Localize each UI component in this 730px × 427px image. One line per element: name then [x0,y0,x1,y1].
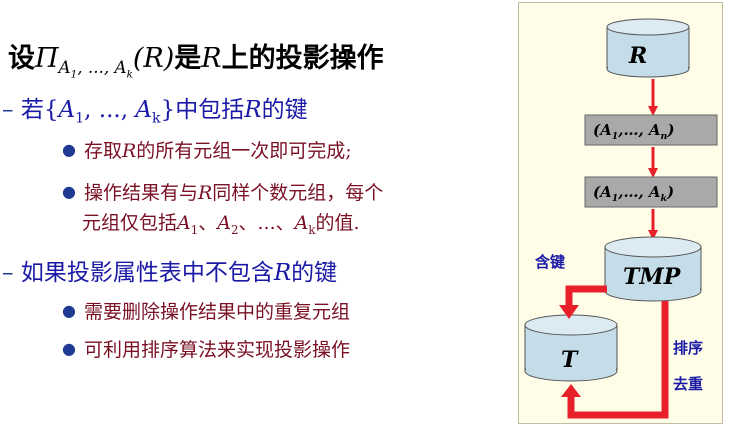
point-text: 如果投影属性表中不包含R的键 [20,260,338,286]
subpoint-dedup: ● 需要删除操作结果中的重复元组 [62,297,350,324]
sort-dedup-arrowhead [561,384,581,397]
contains-key-label: 含键 [535,253,566,271]
slide-title: 设ΠA1, ..., Ak(R)是R上的投影操作 [8,36,384,81]
dedup-label: 去重 [673,375,704,393]
relation-arg: (R) [132,43,175,74]
title-prefix: 设 [8,43,35,74]
bullet-icon: ● [62,339,76,358]
box-projected-attrs-label: (A1,…, Ak) [593,183,675,204]
subpoint-text: 存取R的所有元组一次即可完成; [83,140,352,162]
subpoint-scan-once: ● 存取R的所有元组一次即可完成; [62,136,352,163]
subpoint-same-count: ● 操作结果有与R同样个数元组，每个 [62,178,383,205]
dash-marker: – [2,260,14,286]
relation-r-cylinder [606,18,690,78]
subpoint-text: 需要删除操作结果中的重复元组 [83,301,350,323]
point-no-key: – 如果投影属性表中不包含R的键 [2,253,337,287]
diagram-canvas [524,18,718,419]
projection-attributes: A1, ..., Ak [58,57,133,81]
subpoint-text: 操作结果有与R同样个数元组，每个 [83,182,384,204]
projection-operator: ΠA1, ..., Ak [35,43,133,81]
title-suffix: 是R上的投影操作 [174,43,384,74]
subpoint-text: 元组仅包括A1、A2、...、Ak的值. [82,212,360,237]
subpoint-values: 元组仅包括A1、A2、...、Ak的值. [82,208,360,237]
bullet-icon: ● [62,182,76,201]
bullet-icon: ● [62,301,76,320]
subpoint-sort: ● 可利用排序算法来实现投影操作 [62,335,350,362]
box-all-attrs-label: (A1,…, An) [593,121,675,142]
point-includes-key: – 若{A1, ..., Ak}中包括R的键 [2,90,308,127]
sort-label: 排序 [673,339,704,357]
point-text: 若{A1, ..., Ak}中包括R的键 [20,97,308,127]
dash-marker: – [2,97,14,123]
t-label: T [561,347,578,373]
bullet-icon: ● [62,140,76,159]
subpoint-text: 可利用排序算法来实现投影操作 [83,339,350,361]
projection-flow-diagram: R (A1,…, An) (A1,…, Ak) TMP T 含键 排序 去重 [518,2,723,424]
tmp-label: TMP [623,264,681,290]
relation-r-label: R [629,43,648,69]
